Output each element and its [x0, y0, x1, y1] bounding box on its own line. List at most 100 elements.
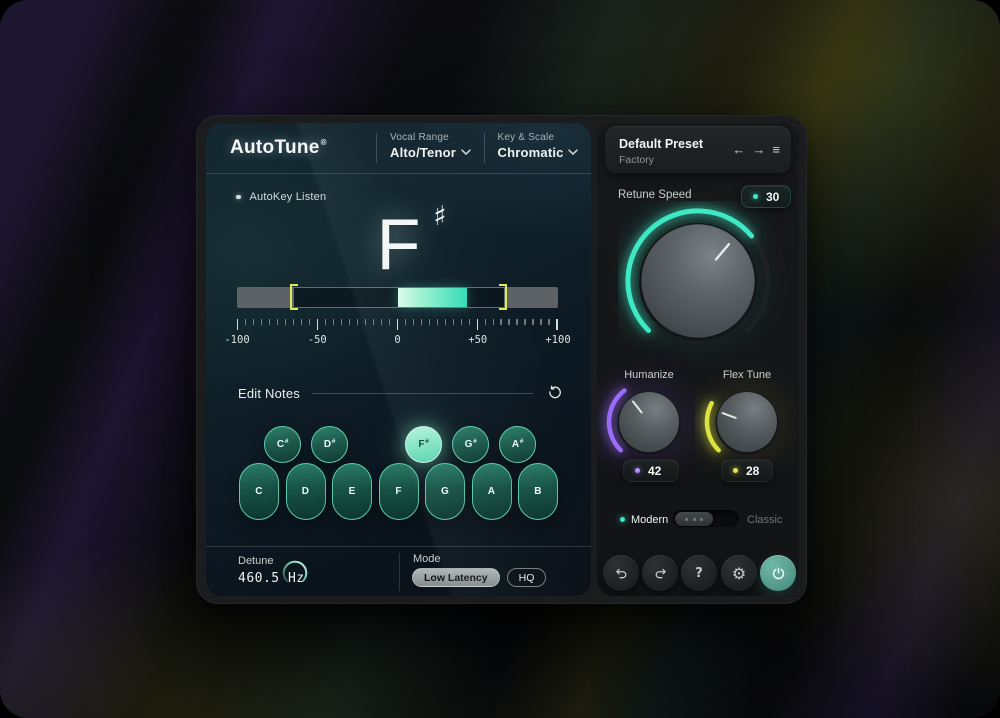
modern-active-dot: [620, 517, 625, 522]
undo-button[interactable]: [603, 555, 639, 591]
edit-notes-label: Edit Notes: [238, 386, 300, 401]
mode-label: Mode: [413, 553, 441, 565]
meter-scale-labels: -100-500+50+100: [237, 334, 558, 347]
ruler-tick: [405, 319, 406, 325]
arrow-right-icon[interactable]: →: [752, 143, 765, 156]
humanize-value: 42: [648, 464, 661, 478]
modern-classic-toggle[interactable]: [673, 510, 739, 528]
mode-options: Low Latency HQ: [412, 568, 546, 587]
autokey-listen-button[interactable]: AutoKey Listen: [236, 191, 326, 203]
mode-low-latency-button[interactable]: Low Latency: [412, 568, 500, 587]
detune-knob[interactable]: [280, 558, 310, 593]
help-button[interactable]: ?: [681, 555, 717, 591]
note-key-gsharp[interactable]: G#: [452, 426, 489, 463]
note-key-label: F: [418, 439, 424, 450]
bottom-bar-divider: [399, 553, 400, 591]
autokey-status-dot: [236, 195, 241, 200]
side-panel: Default Preset Factory ←→≡ Retune Speed …: [597, 123, 799, 596]
preset-selector[interactable]: Default Preset Factory ←→≡: [605, 126, 791, 173]
help-icon: ?: [695, 566, 703, 581]
ruler-tick: [341, 319, 342, 325]
meter-ruler: [237, 319, 558, 331]
ruler-tick: [453, 319, 454, 325]
sharp-sign: ♯: [433, 201, 446, 232]
ruler-tick: [301, 319, 302, 325]
redo-button[interactable]: [642, 555, 678, 591]
logo-cell: AutoTune®: [206, 123, 376, 173]
settings-button[interactable]: ⚙: [721, 555, 757, 591]
preset-name: Default Preset: [619, 137, 703, 151]
note-key-fsharp[interactable]: F#: [405, 426, 442, 463]
note-key-csharp[interactable]: C#: [264, 426, 301, 463]
ruler-tick: [461, 319, 462, 325]
note-key-g[interactable]: G: [425, 463, 465, 520]
note-key-b[interactable]: B: [518, 463, 558, 520]
yellow-dot-icon: [733, 468, 738, 473]
note-key-f[interactable]: F: [379, 463, 419, 520]
app-logo: AutoTune®: [230, 137, 326, 159]
edit-notes-header: Edit Notes: [238, 384, 563, 402]
teal-dot-icon: [753, 194, 758, 199]
meter-bracket-high[interactable]: [499, 284, 507, 310]
flex-tune-value-badge[interactable]: 28: [721, 459, 773, 482]
meter-scale-label: 0: [394, 334, 400, 346]
autokey-label: AutoKey Listen: [250, 191, 327, 203]
meter-scale-label: +50: [468, 334, 487, 346]
ruler-tick: [317, 319, 318, 330]
menu-icon[interactable]: ≡: [772, 143, 780, 156]
undo-icon: [613, 565, 630, 582]
ruler-tick: [325, 319, 326, 325]
mode-hq-button[interactable]: HQ: [507, 568, 547, 587]
note-key-e[interactable]: E: [332, 463, 372, 520]
arrow-left-icon[interactable]: ←: [732, 143, 745, 156]
sharp-sign: #: [285, 438, 289, 445]
vocal-range-dropdown[interactable]: Vocal Range Alto/Tenor: [377, 123, 484, 173]
ruler-tick: [540, 319, 541, 325]
ruler-tick: [485, 319, 486, 325]
ruler-tick: [556, 319, 557, 330]
note-key-label: E: [349, 486, 356, 497]
note-key-dsharp[interactable]: D#: [311, 426, 348, 463]
note-key-c[interactable]: C: [239, 463, 279, 520]
toggle-modern-label[interactable]: Modern: [631, 514, 668, 526]
ruler-tick: [277, 319, 278, 325]
ruler-tick: [357, 319, 358, 325]
ruler-tick: [253, 319, 254, 325]
note-key-d[interactable]: D: [286, 463, 326, 520]
meter-scale-label: +100: [545, 334, 570, 346]
natural-notes-row: CD E F G A B: [239, 463, 558, 520]
ruler-tick: [532, 319, 533, 325]
ruler-tick: [500, 319, 501, 325]
main-panel: AutoTune® Vocal Range Alto/Tenor Key & S…: [206, 123, 591, 596]
humanize-value-badge[interactable]: 42: [623, 459, 679, 482]
ruler-tick: [477, 319, 478, 330]
chevron-down-icon: [460, 143, 472, 161]
ruler-tick: [245, 319, 246, 325]
ruler-tick: [469, 319, 470, 325]
detune-label: Detune: [238, 555, 273, 567]
retune-speed-knob[interactable]: [618, 201, 778, 366]
vocal-range-label: Vocal Range: [390, 132, 484, 143]
bottom-bar: Detune 460.5 Hz Mode Low LatencyHQ: [206, 546, 591, 596]
ruler-tick: [309, 319, 310, 325]
ruler-tick: [437, 319, 438, 325]
toggle-handle[interactable]: [675, 512, 713, 526]
note-key-label: G: [465, 439, 473, 450]
note-key-a[interactable]: A: [472, 463, 512, 520]
toggle-classic-label[interactable]: Classic: [747, 514, 782, 526]
note-key-asharp[interactable]: A#: [499, 426, 536, 463]
ruler-tick: [285, 319, 286, 325]
key-scale-dropdown[interactable]: Key & Scale Chromatic: [485, 123, 592, 173]
detected-note: F: [377, 205, 421, 285]
note-key-label: F: [395, 486, 401, 497]
grip-dot: [693, 518, 696, 521]
pitch-meter[interactable]: [237, 287, 558, 308]
sharp-sign: #: [473, 438, 477, 445]
power-button[interactable]: [760, 555, 796, 591]
meter-bracket-low[interactable]: [290, 284, 298, 310]
reset-notes-button[interactable]: [545, 384, 563, 402]
note-key-label: C: [277, 439, 284, 450]
note-key-label: A: [488, 486, 495, 497]
sharp-sign: #: [332, 438, 336, 445]
note-key-label: A: [512, 439, 519, 450]
